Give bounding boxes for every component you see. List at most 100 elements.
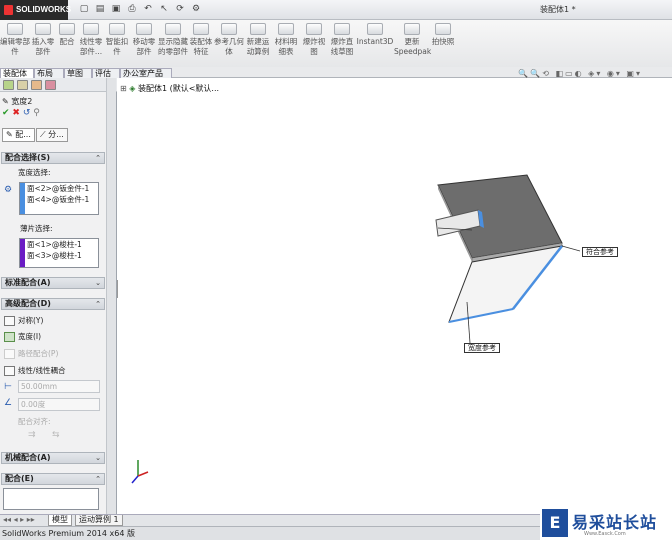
select-icon[interactable]: ↖ (158, 3, 170, 16)
ribbon-tool-icon (367, 23, 383, 35)
property-manager-tab-icon[interactable] (17, 80, 28, 90)
ribbon-button[interactable]: 配合 (56, 22, 78, 66)
configuration-tab-icon[interactable] (31, 80, 42, 90)
linear-coupler-icon (4, 366, 15, 376)
model-canvas[interactable] (118, 78, 672, 514)
ribbon-button[interactable]: 编辑零部件 (0, 22, 30, 66)
width-selection-list[interactable]: 面<2>@钣金件-1 面<4>@钣金件-1 (19, 182, 99, 215)
open-icon[interactable]: ▤ (94, 3, 106, 16)
ribbon-tool-icon (83, 23, 99, 35)
ribbon-button[interactable]: 材料明细表 (272, 22, 300, 66)
selection-color-bar (20, 239, 25, 267)
ribbon-button[interactable]: 拍快照 (430, 22, 456, 66)
ribbon-button[interactable]: 显示隐藏的零部件 (158, 22, 188, 66)
cancel-x-icon[interactable]: ✖ (12, 108, 20, 118)
undo-icon[interactable]: ↶ (142, 3, 154, 16)
new-icon[interactable]: ▢ (78, 3, 90, 16)
ribbon-button[interactable]: 智能扣件 (104, 22, 130, 66)
ribbon-tool-icon (435, 23, 451, 35)
ribbon-tool-icon (7, 23, 23, 35)
options-icon[interactable]: ⚙ (190, 3, 202, 16)
ribbon-button[interactable]: 更新Speedpak (394, 22, 431, 66)
rebuild-icon[interactable]: ⟳ (174, 3, 186, 16)
ribbon-button[interactable]: 移动零部件 (130, 22, 158, 66)
tab-mates[interactable]: ✎ 配... (2, 128, 35, 142)
tab-motion-study[interactable]: 运动算例 1 (75, 515, 123, 526)
symmetric-option[interactable]: 对称(Y) (4, 315, 43, 326)
distance-field[interactable]: 50.00mm (18, 380, 100, 393)
ribbon-tool-icon (404, 23, 420, 35)
advanced-mates-header[interactable]: 高级配合(D) ⌃ (1, 298, 105, 310)
list-item[interactable]: 面<1>@梭柱-1 (27, 239, 98, 250)
ribbon-button[interactable]: 插入零部件 (30, 22, 56, 66)
ribbon-tool-icon (136, 23, 152, 35)
ribbon-tool-icon (334, 23, 350, 35)
print-icon[interactable]: ⎙ (126, 3, 138, 16)
collapse-chevron-icon[interactable]: ⌃ (95, 153, 101, 163)
mechanical-mates-header[interactable]: 机械配合(A) ⌄ (1, 452, 105, 464)
expand-chevron-icon[interactable]: ⌄ (95, 278, 101, 288)
ribbon-tool-icon (221, 23, 237, 35)
tab-2[interactable]: 草图 (64, 68, 92, 78)
window-title: 装配体1 * (540, 5, 576, 14)
path-mate-option[interactable]: 路径配合(P) (4, 348, 58, 359)
collapse-chevron-icon[interactable]: ⌃ (95, 474, 101, 484)
save-icon[interactable]: ▣ (110, 3, 122, 16)
tab-analysis[interactable]: ⟋ 分... (36, 128, 68, 142)
ribbon-button[interactable]: 新建运动算例 (244, 22, 272, 66)
width-reference-callout[interactable]: 宽度参考 (464, 343, 500, 353)
mates-header[interactable]: 配合(E) ⌃ (1, 473, 105, 485)
angle-icon: ∠ (4, 398, 13, 408)
ribbon-tool-icon (306, 23, 322, 35)
pushpin-icon[interactable]: ⚲ (33, 108, 40, 118)
linear-coupler-option[interactable]: 线性/线性耦合 (4, 365, 66, 376)
watermark-logo-icon: E (542, 509, 568, 537)
tab-0[interactable]: 装配体 (0, 68, 34, 78)
width-mate-icon: ✎ (2, 97, 12, 106)
list-item[interactable]: 面<3>@梭柱-1 (27, 250, 98, 261)
width-option[interactable]: 宽度(I) (4, 331, 41, 342)
tab-4[interactable]: 办公室产品 (120, 68, 172, 78)
symmetric-icon (4, 316, 15, 326)
solidworks-logo-icon (4, 5, 13, 15)
ribbon-button[interactable]: 装配体特征 (188, 22, 214, 66)
tab-model[interactable]: 模型 (48, 515, 72, 526)
mate-selection-header[interactable]: 配合选择(S) ⌃ (1, 152, 105, 164)
graphics-area[interactable]: ⊞ ◈ 装配体1 (默认<默认... 符合参考 宽度参考 (118, 78, 672, 514)
ribbon-button[interactable]: 线性零部件... (78, 22, 104, 66)
ribbon-tool-icon (193, 23, 209, 35)
list-item[interactable]: 面<2>@钣金件-1 (27, 183, 98, 194)
action-row: ✔ ✖ ↺ ⚲ (2, 108, 40, 118)
anti-aligned-icon[interactable]: ⇆ (52, 430, 60, 440)
ribbon-button[interactable]: 爆炸直线草图 (328, 22, 356, 66)
panel-scrollbar[interactable] (106, 78, 116, 514)
app-logo[interactable]: SOLIDWORKS (0, 0, 71, 20)
mate-alignment-label: 配合对齐: (18, 417, 51, 426)
mate-selection-icon: ⚙ (4, 185, 13, 195)
callout-leader-symmetry (561, 245, 581, 252)
symmetry-reference-callout[interactable]: 符合参考 (582, 247, 618, 257)
list-item[interactable]: 面<4>@钣金件-1 (27, 194, 98, 205)
mates-list[interactable] (3, 488, 99, 510)
standard-mates-header[interactable]: 标准配合(A) ⌄ (1, 277, 105, 289)
width-selection-label: 宽度选择: (18, 168, 51, 177)
expand-chevron-icon[interactable]: ⌄ (95, 453, 101, 463)
feature-tree-tab-icon[interactable] (3, 80, 14, 90)
ribbon-tool-icon (278, 23, 294, 35)
manager-tabs (0, 78, 117, 92)
ribbon-button[interactable]: 爆炸视图 (300, 22, 328, 66)
site-watermark: E 易采站长站 Www.Easck.Com (540, 507, 672, 540)
collapse-chevron-icon[interactable]: ⌃ (95, 299, 101, 309)
ok-check-icon[interactable]: ✔ (2, 108, 10, 118)
ribbon-button[interactable]: Instant3D (356, 22, 394, 66)
ribbon-button[interactable]: 参考几何体 (214, 22, 244, 66)
angle-field[interactable]: 0.00度 (18, 398, 100, 411)
undo-icon[interactable]: ↺ (23, 108, 31, 118)
tab-1[interactable]: 布局 (34, 68, 64, 78)
tab-selection-list[interactable]: 面<1>@梭柱-1 面<3>@梭柱-1 (19, 238, 99, 268)
tab-3[interactable]: 评估 (92, 68, 120, 78)
aligned-icon[interactable]: ⇉ (28, 430, 36, 440)
display-manager-tab-icon[interactable] (45, 80, 56, 90)
title-bar: SOLIDWORKS ▢ ▤ ▣ ⎙ ↶ ↖ ⟳ ⚙ 装配体1 * (0, 0, 672, 20)
tab-nav-arrows-icon[interactable]: ◂◂ ◂ ▸ ▸▸ (3, 515, 35, 524)
